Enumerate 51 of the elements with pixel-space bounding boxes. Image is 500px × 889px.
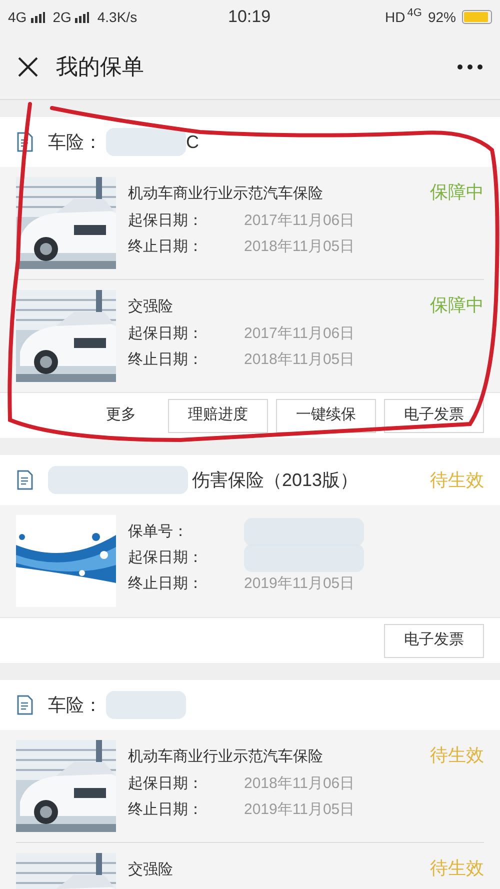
more-button[interactable] (456, 62, 484, 72)
date-value: 2017年11月06日 (244, 210, 355, 231)
policy-name: 交强险 (128, 297, 173, 317)
field-label: 起保日期： (128, 324, 204, 344)
date-value: 2017年11月06日 (244, 324, 355, 344)
policy-group-title: 伤害保险（2013版） (192, 468, 358, 492)
status-label: 待生效 (430, 468, 484, 492)
document-icon (16, 470, 34, 490)
policy-group-title: 车险： (48, 694, 102, 716)
network-label: 2G (52, 8, 72, 26)
date-value: 2019年11月05日 (244, 800, 355, 820)
field-label: 终止日期： (128, 800, 204, 820)
field-label: 保单号： (128, 522, 189, 542)
battery-percent: 92% (428, 8, 456, 26)
more-icon (457, 64, 483, 70)
date-value: 2018年11月06日 (244, 774, 355, 794)
status-label: 保障中 (430, 181, 484, 204)
hd-label: HD (385, 8, 406, 26)
field-label: 起保日期： (128, 774, 204, 794)
page-title: 我的保单 (56, 53, 144, 81)
document-icon (16, 132, 34, 152)
policy-name: 机动车商业行业示范汽车保险 (128, 184, 323, 204)
date-value: 2018年11月05日 (244, 236, 355, 257)
status-label: 待生效 (430, 744, 484, 767)
policy-name: 机动车商业行业示范汽车保险 (128, 747, 323, 767)
network-label: 4G (407, 6, 422, 21)
status-label: 待生效 (430, 857, 484, 880)
action-button[interactable]: 一键续保 (276, 398, 376, 432)
field-label: 终止日期： (128, 574, 204, 594)
network-label: 4.3K/s (97, 8, 138, 26)
date-value: 2018年11月05日 (244, 350, 355, 370)
field-label: 起保日期： (128, 548, 204, 568)
clock-time: 10:19 (228, 6, 271, 28)
date-value: 2019年11月05日 (244, 574, 355, 594)
document-icon (16, 695, 34, 715)
action-button[interactable]: 理赔进度 (168, 398, 268, 432)
signal-icon (75, 12, 90, 22)
policy-name: 交强险 (128, 860, 173, 880)
battery-icon (462, 10, 492, 24)
more-link[interactable]: 更多 (106, 404, 136, 427)
close-icon (17, 56, 39, 78)
field-label: 起保日期： (128, 210, 204, 231)
title-fragment: C (186, 130, 199, 154)
close-button[interactable] (16, 54, 40, 78)
field-label: 终止日期： (128, 350, 204, 370)
policy-group-title: 车险： (48, 130, 102, 154)
field-label: 终止日期： (128, 236, 204, 257)
action-button[interactable]: 电子发票 (384, 624, 484, 658)
status-label: 保障中 (430, 294, 484, 317)
signal-icon (30, 12, 45, 22)
network-label: 4G (8, 8, 27, 26)
